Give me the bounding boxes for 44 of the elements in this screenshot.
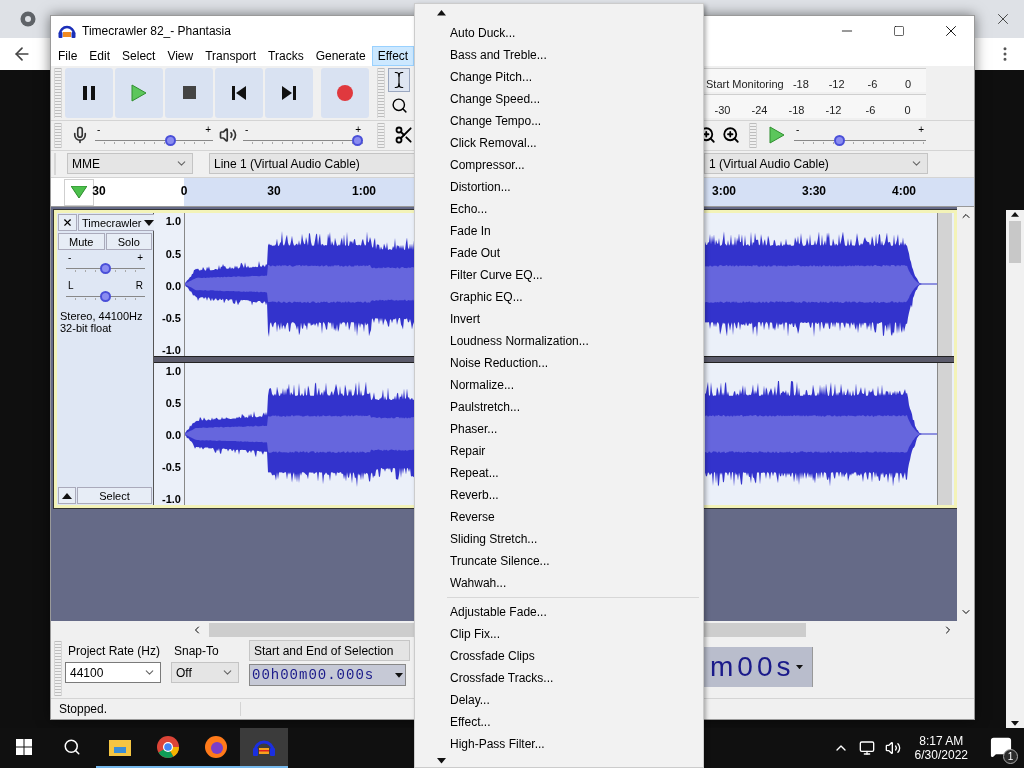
meter-label: 0 (903, 103, 912, 116)
scale-label: 0.0 (165, 279, 181, 292)
meter-label: -12 (824, 103, 843, 116)
ruler-label: 4:00 (892, 183, 916, 198)
meter-label: -18 (787, 103, 806, 116)
snap-to-label: Snap-To (173, 644, 220, 659)
scale-label: 0.5 (165, 247, 181, 260)
ruler-label: 0 (180, 183, 188, 198)
scale-label: -1.0 (162, 343, 181, 356)
meter-label: -12 (827, 77, 846, 90)
status-text: Stopped. (51, 702, 241, 717)
ruler-label: 3:00 (712, 183, 736, 198)
project-rate-label: Project Rate (Hz) (67, 644, 161, 659)
slider-min-label: L (68, 280, 74, 292)
meter-label: 0 (904, 77, 913, 90)
scale-label: -0.5 (162, 461, 181, 474)
track-info: Stereo, 44100Hz 32-bit float (59, 310, 144, 335)
scale-label: 0.5 (165, 397, 181, 410)
slider-min-label: - (68, 252, 72, 264)
slider-min-label: - (245, 124, 249, 136)
slider-min-label: - (796, 124, 800, 136)
slider-max-label: + (137, 252, 143, 264)
ruler-label: 30 (267, 183, 281, 198)
slider-min-label: - (97, 124, 101, 136)
scale-label: -0.5 (162, 311, 181, 324)
meter-label: Start Monitoring (705, 77, 783, 90)
slider-max-label: + (918, 124, 924, 136)
meter-label: -6 (866, 77, 879, 90)
meter-label: -30 (713, 103, 732, 116)
notification-badge: 1 (1003, 749, 1018, 764)
window-title: Timecrawler 82_- Phantasia (82, 23, 231, 38)
ruler-label: 1:00 (352, 183, 376, 198)
ruler-label: 30 (92, 183, 106, 198)
slider-max-label: R (135, 280, 143, 292)
meter-label: -6 (864, 103, 877, 116)
scale-label: -1.0 (162, 493, 181, 506)
meter-label: -24 (750, 103, 769, 116)
scale-label: 1.0 (165, 215, 181, 228)
scale-label: 0.0 (165, 429, 181, 442)
ruler-label: 3:30 (802, 183, 826, 198)
slider-max-label: + (205, 124, 211, 136)
scale-label: 1.0 (165, 364, 181, 377)
meter-label: -18 (791, 77, 810, 90)
slider-max-label: + (355, 124, 361, 136)
